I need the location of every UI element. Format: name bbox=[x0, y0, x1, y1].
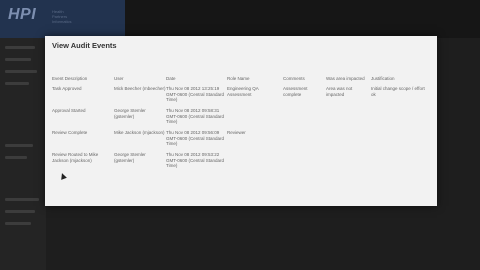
sidebar-item[interactable] bbox=[5, 70, 37, 73]
cell-justification: Initial change scope / effort ok bbox=[371, 86, 425, 97]
dialog-title: View Audit Events bbox=[52, 41, 117, 50]
app-header: HPI Health Partners Informatics bbox=[0, 0, 125, 38]
cell-justification bbox=[371, 106, 427, 128]
audit-events-table: Event Description User Date Role Name Co… bbox=[52, 70, 427, 176]
cell-role-name: Engineering QA Assessment bbox=[227, 86, 259, 97]
cell-was-area-impacted bbox=[326, 150, 371, 176]
cell-user: Mike Jackson (mjackson) bbox=[114, 130, 165, 135]
cell-justification bbox=[371, 128, 427, 150]
cell-comments bbox=[283, 106, 326, 128]
app-sidebar bbox=[0, 38, 46, 270]
sidebar-item[interactable] bbox=[5, 144, 33, 147]
table-row: Task Approved Mick Beecher (mbeecher) Th… bbox=[52, 84, 427, 106]
table-row: Approval Started George Stemler (gstemle… bbox=[52, 106, 427, 128]
column-header-role-name: Role Name bbox=[227, 76, 250, 82]
sidebar-item[interactable] bbox=[5, 58, 31, 61]
cell-comments bbox=[283, 128, 326, 150]
cell-event-description: Review Complete bbox=[52, 130, 88, 135]
column-header-was-area-impacted: Was area impacted bbox=[326, 76, 365, 82]
cell-date: Thu Nov 08 2012 09:56:09 GMT-0600 (Centr… bbox=[166, 130, 225, 147]
cell-comments: Assessment complete bbox=[283, 86, 308, 97]
table-row: Review Routed to Mike Jackson (mjackson)… bbox=[52, 150, 427, 176]
cell-role-name bbox=[227, 150, 283, 176]
column-header-justification: Justification bbox=[371, 76, 395, 82]
app-topbar bbox=[125, 0, 480, 38]
sidebar-item[interactable] bbox=[5, 222, 31, 225]
cell-role-name bbox=[227, 106, 283, 128]
column-header-user: User bbox=[114, 76, 124, 82]
cell-user: George Stemler (gstemler) bbox=[114, 152, 146, 163]
sidebar-item[interactable] bbox=[5, 210, 35, 213]
app-logo: HPI bbox=[8, 6, 37, 23]
table-header-row: Event Description User Date Role Name Co… bbox=[52, 70, 427, 84]
app-logo-subtitle: Health Partners Informatics bbox=[52, 9, 72, 24]
cell-was-area-impacted bbox=[326, 106, 371, 128]
table-row: Review Complete Mike Jackson (mjackson) … bbox=[52, 128, 427, 150]
cell-was-area-impacted bbox=[326, 128, 371, 150]
cell-user: Mick Beecher (mbeecher) bbox=[114, 86, 166, 91]
cell-user: George Stemler (gstemler) bbox=[114, 108, 146, 119]
cell-date: Thu Nov 08 2012 09:53:22 GMT-0600 (Centr… bbox=[166, 152, 225, 169]
sidebar-item[interactable] bbox=[5, 46, 35, 49]
cell-event-description: Task Approved bbox=[52, 86, 82, 91]
sidebar-item[interactable] bbox=[5, 82, 29, 85]
cell-was-area-impacted: Area was not impacted bbox=[326, 86, 353, 97]
cell-date: Thu Nov 08 2012 13:25:19 GMT-0600 (Centr… bbox=[166, 86, 225, 103]
column-header-event-description: Event Description bbox=[52, 76, 88, 82]
column-header-date: Date bbox=[166, 76, 176, 82]
cell-comments bbox=[283, 150, 326, 176]
cell-date: Thu Nov 08 2012 09:58:31 GMT-0600 (Centr… bbox=[166, 108, 225, 125]
audit-events-dialog: View Audit Events Event Description User… bbox=[45, 36, 437, 206]
sidebar-item[interactable] bbox=[5, 198, 39, 201]
cell-event-description: Approval Started bbox=[52, 108, 86, 113]
sidebar-item[interactable] bbox=[5, 156, 27, 159]
cell-role-name: Reviewer bbox=[227, 130, 246, 135]
cell-justification bbox=[371, 150, 427, 176]
column-header-comments: Comments bbox=[283, 76, 305, 82]
